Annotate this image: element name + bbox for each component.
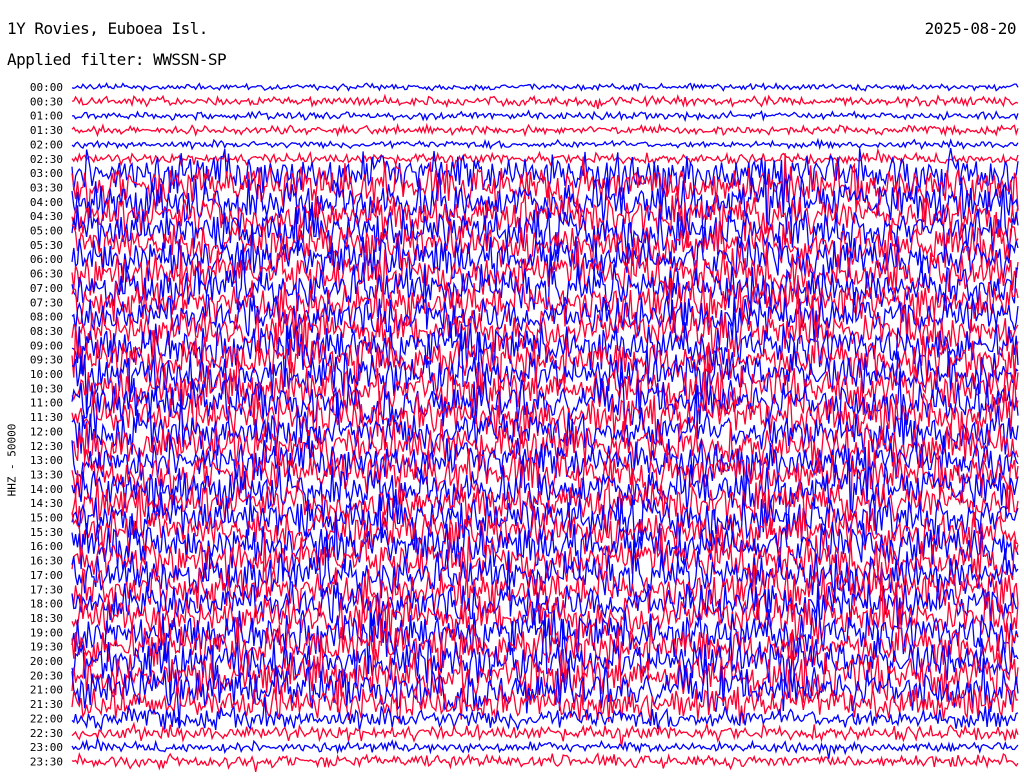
time-label: 00:00: [30, 81, 63, 94]
seismic-trace: [71, 751, 1019, 773]
time-label: 00:30: [30, 95, 63, 108]
time-label: 06:30: [30, 268, 63, 281]
time-label: 03:00: [30, 167, 63, 180]
time-label: 15:00: [30, 512, 63, 525]
time-label: 18:30: [30, 612, 63, 625]
time-label: 08:30: [30, 325, 63, 338]
time-label: 20:30: [30, 669, 63, 682]
time-label: 01:30: [30, 124, 63, 137]
time-label: 13:00: [30, 454, 63, 467]
time-label: 10:00: [30, 368, 63, 381]
trace-group: [71, 81, 1019, 773]
time-label: 11:30: [30, 411, 63, 424]
seismic-trace: [71, 137, 1019, 151]
time-label: 11:00: [30, 397, 63, 410]
time-label: 17:00: [30, 569, 63, 582]
helicorder-plot: 00:0000:30 01:0001:3002:00 02:3003:0003:30…: [30, 81, 1019, 773]
time-label: 22:00: [30, 712, 63, 725]
time-label: 05:00: [30, 225, 63, 238]
time-label: 16:00: [30, 540, 63, 553]
time-label: 06:00: [30, 253, 63, 266]
seismic-trace: [71, 93, 1019, 110]
time-label: 12:30: [30, 440, 63, 453]
time-label: 15:30: [30, 526, 63, 539]
time-label: 14:00: [30, 483, 63, 496]
time-label: 18:00: [30, 598, 63, 611]
time-label: 07:30: [30, 296, 63, 309]
time-label: 21:00: [30, 684, 63, 697]
seismic-trace: [71, 122, 1019, 138]
time-label: 02:30: [30, 153, 63, 166]
time-label: 16:30: [30, 555, 63, 568]
time-label-group: 00:0000:30 01:0001:3002:00 02:3003:0003:30…: [30, 81, 63, 768]
seismic-trace: [71, 735, 1019, 759]
time-label: 23:00: [30, 741, 63, 754]
time-label: 17:30: [30, 583, 63, 596]
time-label: 09:30: [30, 354, 63, 367]
time-label: 03:30: [30, 181, 63, 194]
seismic-trace: [71, 109, 1019, 123]
time-label: 07:00: [30, 282, 63, 295]
time-label: 02:00: [30, 138, 63, 151]
time-label: 19:00: [30, 626, 63, 639]
time-label: 19:30: [30, 641, 63, 654]
time-label: 08:00: [30, 311, 63, 324]
time-label: 09:00: [30, 339, 63, 352]
seismic-trace: [71, 81, 1019, 93]
time-label: 04:30: [30, 210, 63, 223]
time-label: 01:00: [30, 110, 63, 123]
time-label: 13:30: [30, 468, 63, 481]
time-label: 05:30: [30, 239, 63, 252]
time-label: 22:30: [30, 727, 63, 740]
time-label: 10:30: [30, 382, 63, 395]
time-label: 20:00: [30, 655, 63, 668]
time-label: 12:00: [30, 425, 63, 438]
time-label: 04:00: [30, 196, 63, 209]
time-label: 23:30: [30, 755, 63, 768]
time-label: 21:30: [30, 698, 63, 711]
time-label: 14:30: [30, 497, 63, 510]
